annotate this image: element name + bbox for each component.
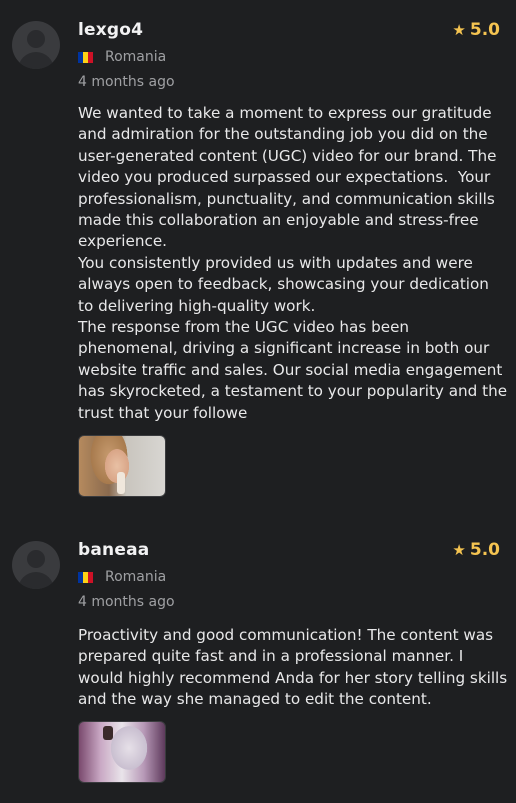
star-icon: ★ [452, 21, 466, 39]
reviewer-country: Romania [78, 49, 166, 65]
review-rating: ★ 5.0 [452, 20, 500, 40]
avatar-head-shape [27, 30, 45, 48]
review-time: 4 months ago [78, 594, 175, 610]
review-time: 4 months ago [78, 74, 175, 90]
star-icon: ★ [452, 541, 466, 559]
avatar-head-shape [27, 550, 45, 568]
user-avatar[interactable] [12, 21, 60, 69]
avatar-body-shape [18, 52, 54, 69]
review-media-thumbnail[interactable] [78, 721, 166, 783]
reviewer-country: Romania [78, 569, 166, 585]
reviewer-username[interactable]: lexgo4 [78, 20, 143, 40]
review-media-thumbnail[interactable] [78, 435, 166, 497]
romania-flag-icon [78, 571, 93, 583]
thumbnail-detail-shape [103, 726, 113, 740]
country-name: Romania [105, 49, 167, 65]
review-text: Proactivity and good communication! The … [78, 626, 513, 709]
user-avatar[interactable] [12, 541, 60, 589]
reviewer-username[interactable]: baneaa [78, 540, 149, 560]
review-text: We wanted to take a moment to express ou… [78, 104, 508, 422]
rating-value: 5.0 [469, 20, 500, 40]
country-name: Romania [105, 569, 167, 585]
romania-flag-icon [78, 51, 93, 63]
rating-value: 5.0 [469, 540, 500, 560]
thumbnail-product-shape [117, 472, 125, 494]
avatar-body-shape [18, 572, 54, 589]
review-rating: ★ 5.0 [452, 540, 500, 560]
